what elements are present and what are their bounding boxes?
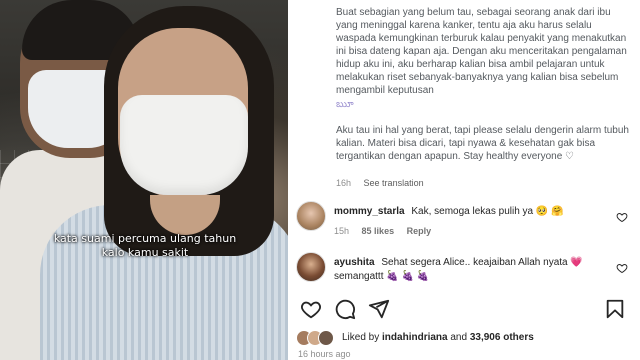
reply-button[interactable]: Reply [407,226,432,236]
comment-likes[interactable]: 85 likes [362,226,395,236]
comment-heart-icon[interactable] [616,262,628,274]
share-icon[interactable] [368,298,390,320]
avatar[interactable] [296,201,326,231]
comment-body: ayushita Sehat segera Alice.. keajaiban … [334,256,604,284]
heart-icon[interactable] [300,298,322,320]
comment-heart-icon[interactable] [616,211,628,223]
overlay-line-1: kata suami percuma ulang tahun [53,232,237,245]
woman-face-mask [120,95,248,195]
likes-text: Liked by indahindriana and 33,906 others [342,332,534,343]
likes-prefix: Liked by [342,332,383,343]
caption-meta: 16h See translation [336,178,434,188]
post-photo[interactable]: kata suami percuma ulang tahun kalo kamu… [0,0,288,360]
likes-conjunction: and [447,332,470,343]
comment-item: mommy_starla Kak, semoga lekas pulih ya … [296,201,632,241]
post-caption: Buat sebagian yang belum tau, sebagai se… [336,6,632,176]
comment-icon[interactable] [334,298,356,320]
caption-time: 16h [336,178,352,188]
overlay-line-2: kalo kamu sakit [101,246,189,259]
comment-username[interactable]: ayushita [334,257,375,268]
action-bar [296,298,632,322]
comment-item: ayushita Sehat segera Alice.. keajaiban … [296,252,632,292]
caption-text-1: Buat sebagian yang belum tau, sebagai se… [336,7,627,96]
liker-avatars [296,330,344,346]
comment-time: 15h [334,226,350,236]
see-translation-link[interactable]: See translation [364,178,424,188]
caption-paragraph-1: Buat sebagian yang belum tau, sebagai se… [336,6,632,111]
post-timestamp: 16 hours ago [298,349,351,359]
likes-summary: Liked by indahindriana and 33,906 others [296,330,632,346]
likes-count[interactable]: 33,906 others [470,332,534,343]
comment-meta: 15h 85 likes Reply [334,226,441,236]
comment-text: Kak, semoga lekas pulih ya 🥺 🤗 [411,206,564,217]
caption-emoji: ౠ [336,99,354,110]
caption-paragraph-2: Aku tau ini hal yang berat, tapi please … [336,125,629,162]
avatar [318,330,334,346]
liked-by-user[interactable]: indahindriana [382,332,448,343]
bookmark-icon[interactable] [604,298,626,320]
comment-body: mommy_starla Kak, semoga lekas pulih ya … [334,205,604,219]
comment-username[interactable]: mommy_starla [334,206,405,217]
photo-caption-overlay: kata suami percuma ulang tahun kalo kamu… [30,232,260,260]
post-details-panel: Buat sebagian yang belum tau, sebagai se… [288,0,640,360]
avatar[interactable] [296,252,326,282]
